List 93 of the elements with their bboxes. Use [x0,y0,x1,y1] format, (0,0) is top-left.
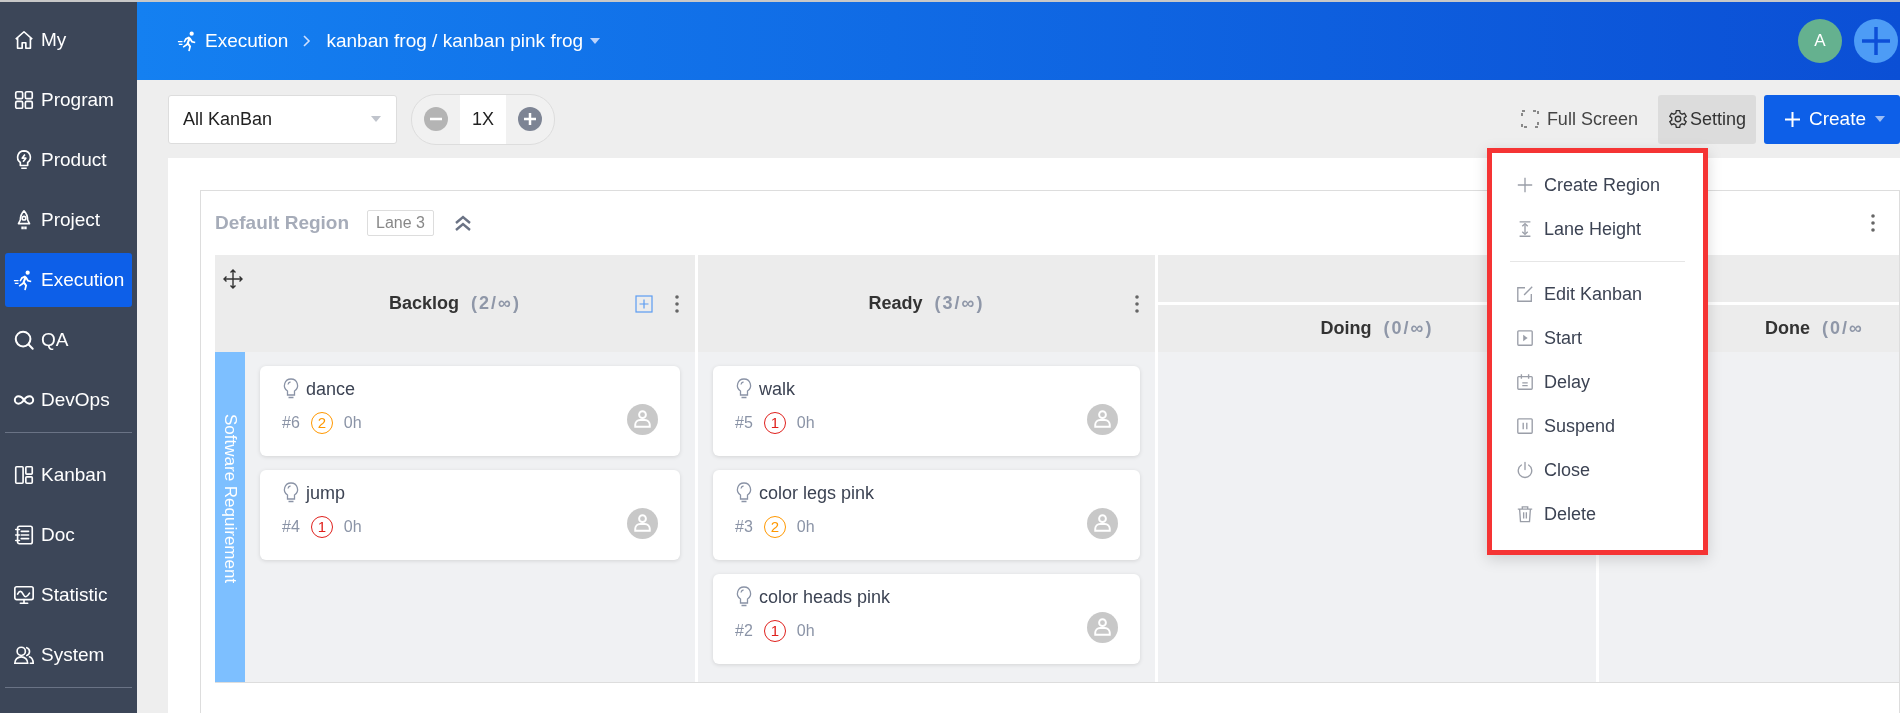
menu-item[interactable]: Start [1510,316,1685,360]
hours-estimate: 0h [796,621,815,640]
user-avatar-icon [627,404,658,435]
task-card[interactable]: dance #6 2 0h [260,366,680,456]
search-icon [13,329,35,351]
caret-icon [370,115,382,123]
task-card[interactable]: color heads pink #2 1 0h [713,574,1140,664]
calendar-icon [1516,373,1534,391]
sidebar-item[interactable]: DevOps [5,373,132,427]
task-card[interactable]: walk #5 1 0h [713,366,1140,456]
breadcrumb-link[interactable]: Execution [177,30,289,52]
hours-estimate: 0h [796,413,815,432]
lane-count-tag: Lane 3 [367,210,434,236]
sidebar-item[interactable]: Product [5,133,132,187]
menu-item[interactable]: Suspend [1510,404,1685,448]
plus-icon [1516,176,1534,194]
column-title: Backlog [389,293,460,314]
column-count: (0/∞ [1822,318,1864,339]
card-title: jump [306,482,345,504]
task-card[interactable]: color legs pink #3 2 0h [713,470,1140,560]
card-title: dance [306,378,356,400]
more-icon[interactable] [675,293,679,314]
lightbulb-icon [735,378,753,400]
sidebar-item[interactable]: Execution [5,253,132,307]
sidebar-item[interactable]: Kanban [5,448,132,502]
swimlane-label: Software Requirement [215,352,245,682]
card-title: color heads pink [759,586,891,608]
lightbulb-icon [282,482,300,504]
edit-icon [1516,285,1534,303]
user-avatar-icon [1087,612,1118,643]
hours-estimate: 0h [343,517,362,536]
more-icon[interactable] [1135,293,1139,314]
play-icon [1516,329,1534,347]
user-avatar-icon [1087,508,1118,539]
sidebar-item[interactable]: Project [5,193,132,247]
plus-icon [1783,110,1801,128]
kanban-icon [13,464,35,486]
caret-icon [1874,115,1886,123]
move-icon[interactable] [223,269,243,289]
caret-icon [589,37,602,45]
column-count: (0/∞) [1383,318,1434,339]
settings-icon [1667,109,1688,129]
fullscreen-icon [1520,110,1539,128]
card-title: color legs pink [759,482,875,504]
user-avatar-icon [1087,404,1118,435]
card-id: #6 [282,413,300,432]
card-id: #3 [735,517,753,536]
column-title: Ready [868,293,923,314]
sidebar-item[interactable]: Program [5,73,132,127]
sidebar-item[interactable]: Statistic [5,568,132,622]
trash-icon [1516,505,1534,523]
document-icon [13,524,35,546]
grid-icon [13,89,35,111]
more-icon[interactable] [1871,213,1875,233]
card-title: walk [759,378,795,400]
lightbulb-icon [282,378,300,400]
hours-estimate: 0h [343,413,362,432]
lightbulb-icon [735,586,753,608]
column-count: (3/∞) [934,293,985,314]
setting-button[interactable]: Setting [1657,94,1756,144]
region-name: Default Region [215,212,350,234]
home-icon [13,29,35,51]
task-card[interactable]: jump #4 1 0h [260,470,680,560]
create-button[interactable]: Create [1763,94,1900,144]
zoom-level: 1X [460,94,507,144]
sidebar-item[interactable]: QA [5,313,132,367]
kanban-title-dropdown[interactable]: kanban frog / kanban pink frog [326,30,602,52]
menu-item[interactable]: Close [1510,448,1685,492]
hours-estimate: 0h [796,517,815,536]
power-icon [1516,461,1534,479]
card-id: #2 [735,621,753,640]
card-id: #4 [282,517,300,536]
menu-item[interactable]: Edit Kanban [1510,272,1685,316]
column-title: Doing [1320,318,1372,339]
lightbulb-icon [735,482,753,504]
column-title: Done [1765,318,1810,339]
zoom-in-icon[interactable] [518,107,543,131]
sidebar-item[interactable]: System [5,628,132,682]
menu-item[interactable]: Delay [1510,360,1685,404]
card-id: #5 [735,413,753,432]
pause-icon [1516,417,1534,435]
full-screen-button[interactable]: Full Screen [1514,108,1644,130]
kanban-select[interactable]: All KanBan [168,94,397,144]
sidebar-item[interactable]: My [5,13,132,67]
menu-item[interactable]: Lane Height [1510,207,1685,251]
column-count: (2/∞) [471,293,521,314]
plus-icon[interactable] [1854,19,1898,63]
sidebar-item[interactable]: Doc [5,508,132,562]
menu-item[interactable]: Create Region [1510,163,1685,207]
users-icon [13,644,35,666]
menu-item[interactable]: Delete [1510,492,1685,536]
monitor-icon [13,584,35,606]
user-avatar-icon [627,508,658,539]
